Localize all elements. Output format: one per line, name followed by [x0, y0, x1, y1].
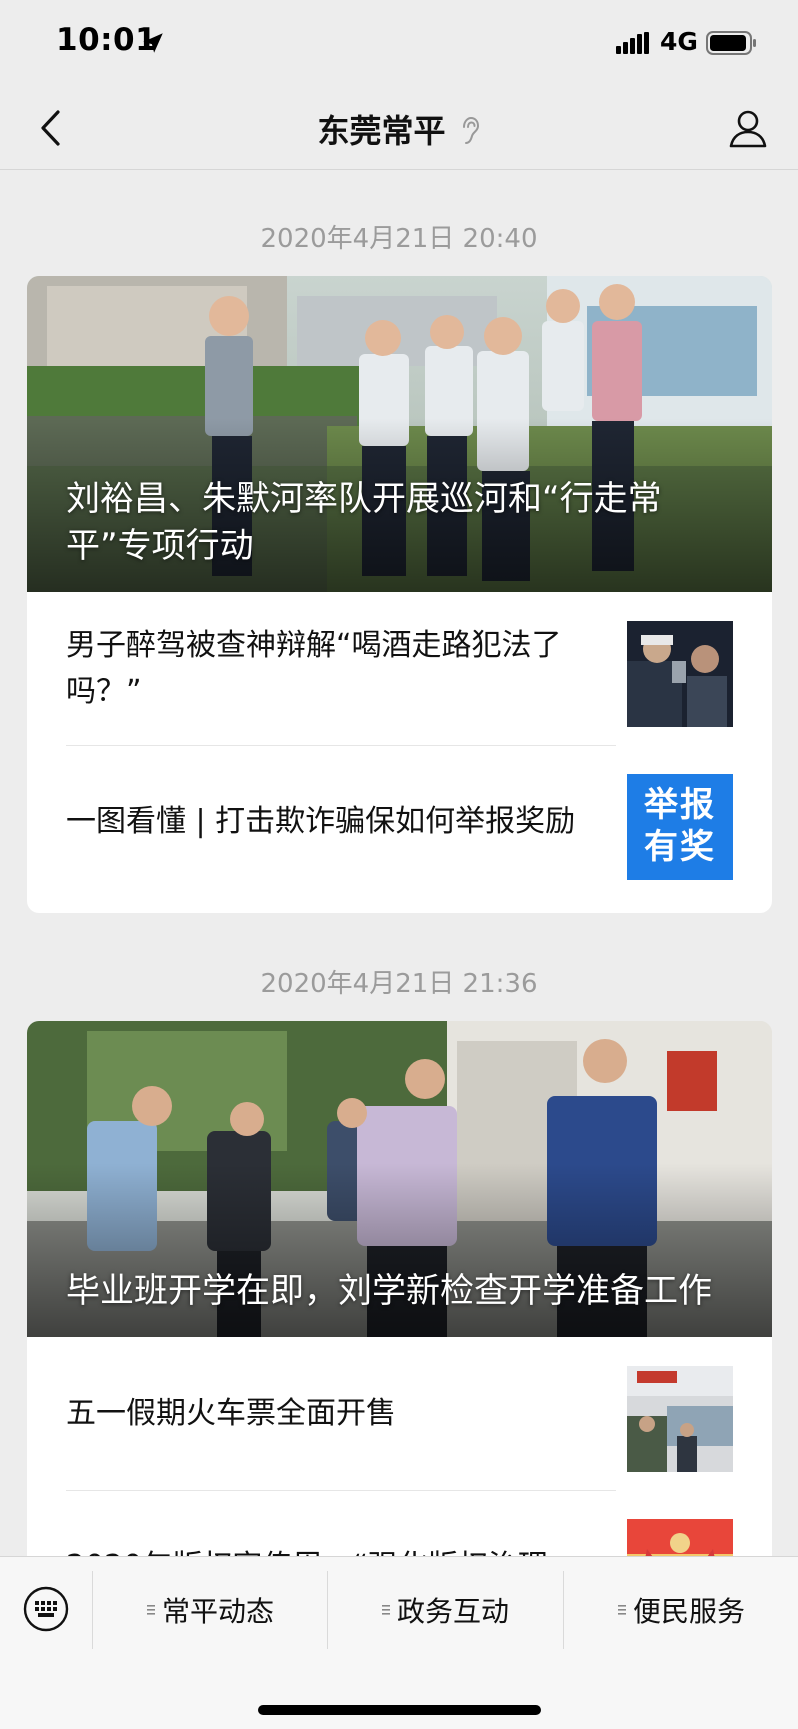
- article-thumbnail: 举报有奖: [627, 774, 733, 880]
- article-thumbnail: [627, 621, 733, 727]
- article-title: 一图看懂 | 打击欺诈骗保如何举报奖励: [66, 803, 576, 839]
- nav-bar: 东莞常平: [0, 86, 798, 170]
- menu-item-dynamics[interactable]: 常平动态: [93, 1571, 327, 1649]
- profile-button[interactable]: [726, 106, 770, 150]
- article-item[interactable]: 男子醉驾被查神辩解“喝酒走路犯法了吗？”: [27, 592, 772, 745]
- keyboard-icon: [23, 1586, 69, 1632]
- article-item[interactable]: 五一假期火车票全面开售: [27, 1337, 772, 1490]
- article-card: 刘裕昌、朱默河率队开展巡河和“行走常平”专项行动 男子醉驾被查神辩解“喝酒走路犯…: [27, 276, 772, 913]
- thumbnail-text: 举报有奖: [644, 785, 716, 867]
- network-label: 4G: [660, 27, 698, 56]
- cover-article[interactable]: 毕业班开学在即，刘学新检查开学准备工作: [27, 1021, 772, 1337]
- nav-title-group: 东莞常平: [0, 106, 798, 152]
- submenu-icon: [617, 1605, 626, 1615]
- message-date: 2020年4月21日 20:40: [260, 224, 538, 254]
- article-title: 2020年版权宣传周：“强化版权治理，: [66, 1544, 626, 1557]
- signal-icon: [616, 32, 649, 54]
- article-card: 毕业班开学在即，刘学新检查开学准备工作 五一假期火车票全面开售 2020年版权: [27, 1021, 772, 1556]
- submenu-icon: [381, 1605, 390, 1615]
- article-item[interactable]: 2020年版权宣传周：“强化版权治理，: [27, 1490, 772, 1556]
- user-icon: [729, 110, 767, 148]
- menu-item-services[interactable]: 便民服务: [564, 1571, 798, 1649]
- menu-item-label: 常平动态: [161, 1595, 274, 1628]
- article-item[interactable]: 一图看懂 | 打击欺诈骗保如何举报奖励 举报有奖: [27, 745, 772, 898]
- menu-item-label: 政务互动: [396, 1595, 509, 1628]
- article-title: 男子醉驾被查神辩解“喝酒走路犯法了吗？”: [66, 627, 562, 709]
- ear-icon: [462, 116, 479, 144]
- item-divider: [66, 1490, 616, 1491]
- article-thumbnail: [627, 1366, 733, 1472]
- menu-item-label: 便民服务: [632, 1595, 745, 1628]
- page-title: 东莞常平: [317, 112, 446, 150]
- battery-icon: [706, 31, 756, 55]
- status-bar: 10:01 4G: [0, 0, 798, 86]
- article-title: 五一假期火车票全面开售: [66, 1395, 396, 1431]
- submenu-icon: [146, 1605, 155, 1615]
- bottom-menu: 常平动态 政务互动 便民服务: [0, 1556, 798, 1729]
- message-date: 2020年4月21日 21:36: [260, 969, 538, 999]
- article-thumbnail: [627, 1519, 733, 1556]
- keyboard-toggle-button[interactable]: [22, 1585, 70, 1633]
- cover-title: 毕业班开学在即，刘学新检查开学准备工作: [66, 1271, 712, 1311]
- location-arrow-icon: [143, 33, 163, 53]
- message-feed[interactable]: 2020年4月21日 20:40 刘裕昌、朱默河率队开展巡河和“行走常平”专项行…: [0, 171, 798, 1556]
- menu-item-government[interactable]: 政务互动: [328, 1571, 562, 1649]
- home-indicator[interactable]: [258, 1705, 541, 1715]
- cover-article[interactable]: 刘裕昌、朱默河率队开展巡河和“行走常平”专项行动: [27, 276, 772, 592]
- cover-title: 刘裕昌、朱默河率队开展巡河和“行走常平”专项行动: [66, 479, 662, 566]
- item-divider: [66, 745, 616, 746]
